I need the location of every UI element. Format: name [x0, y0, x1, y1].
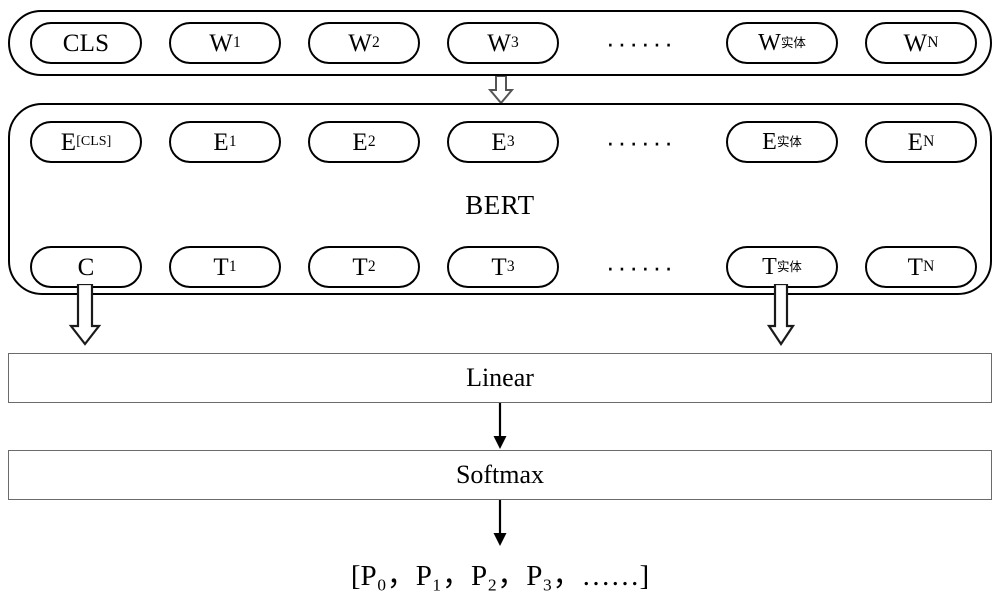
token-pill-e1[interactable]: E1 [169, 121, 281, 163]
arrow-softmax-to-output [490, 500, 510, 547]
ellipsis-icon-output-row: ······ [606, 251, 676, 282]
token-pill-wn[interactable]: WN [865, 22, 977, 64]
token-label: T [762, 254, 777, 280]
hollow-arrow-word-to-bert [488, 76, 514, 104]
linear-layer-box[interactable]: Linear [8, 353, 992, 403]
token-label: E [213, 128, 229, 156]
softmax-layer-label: Softmax [455, 460, 545, 489]
diagram-canvas: CLS W1 W2 W3 ······ W 实体 WN E [CLS] E1 E… [0, 0, 1000, 597]
token-label: T [352, 253, 368, 281]
linear-layer-label: Linear [466, 363, 534, 392]
token-label: W [903, 29, 928, 57]
token-pill-e3[interactable]: E3 [447, 121, 559, 163]
token-pill-t2[interactable]: T2 [308, 246, 420, 288]
bert-label: BERT [465, 190, 535, 220]
token-label: C [77, 253, 95, 281]
token-label: W [209, 29, 234, 57]
token-pill-e-cls[interactable]: E [CLS] [30, 121, 142, 163]
embedding-token-row: E [CLS] E1 E2 E3 ······ E 实体 EN [0, 121, 1000, 163]
token-pill-w-entity[interactable]: W 实体 [726, 22, 838, 64]
output-probability-vector: [P₀，P₁，P₂，P₃，……] [350, 560, 650, 592]
input-word-token-row: CLS W1 W2 W3 ······ W 实体 WN [0, 22, 1000, 64]
token-pill-t1[interactable]: T1 [169, 246, 281, 288]
token-pill-w1[interactable]: W1 [169, 22, 281, 64]
token-label: CLS [62, 29, 110, 57]
token-pill-cls[interactable]: CLS [30, 22, 142, 64]
token-label: E [60, 128, 77, 156]
token-pill-e-entity[interactable]: E 实体 [726, 121, 838, 163]
token-label: T [213, 253, 229, 281]
token-label: E [907, 128, 924, 156]
arrow-linear-to-softmax [490, 403, 510, 450]
token-label: W [348, 29, 373, 57]
token-label: E [352, 128, 368, 156]
softmax-layer-box[interactable]: Softmax [8, 450, 992, 500]
token-pill-tn[interactable]: TN [865, 246, 977, 288]
token-pill-en[interactable]: EN [865, 121, 977, 163]
token-label: T [491, 253, 507, 281]
hollow-arrow-entity-to-linear [766, 284, 796, 346]
bert-output-token-row: C T1 T2 T3 ······ T 实体 TN [0, 246, 1000, 288]
token-pill-w2[interactable]: W2 [308, 22, 420, 64]
token-label: T [907, 253, 924, 281]
token-pill-t3[interactable]: T3 [447, 246, 559, 288]
token-label: W [487, 29, 512, 57]
hollow-arrow-c-to-linear [68, 284, 102, 346]
token-pill-t-entity[interactable]: T 实体 [726, 246, 838, 288]
token-pill-e2[interactable]: E2 [308, 121, 420, 163]
ellipsis-icon-embedding-row: ······ [606, 126, 676, 157]
token-pill-c[interactable]: C [30, 246, 142, 288]
ellipsis-icon-word-row: ······ [606, 27, 676, 58]
token-label: E [491, 128, 507, 156]
token-pill-w3[interactable]: W3 [447, 22, 559, 64]
token-label: W [758, 30, 781, 56]
token-label: E [762, 129, 777, 155]
